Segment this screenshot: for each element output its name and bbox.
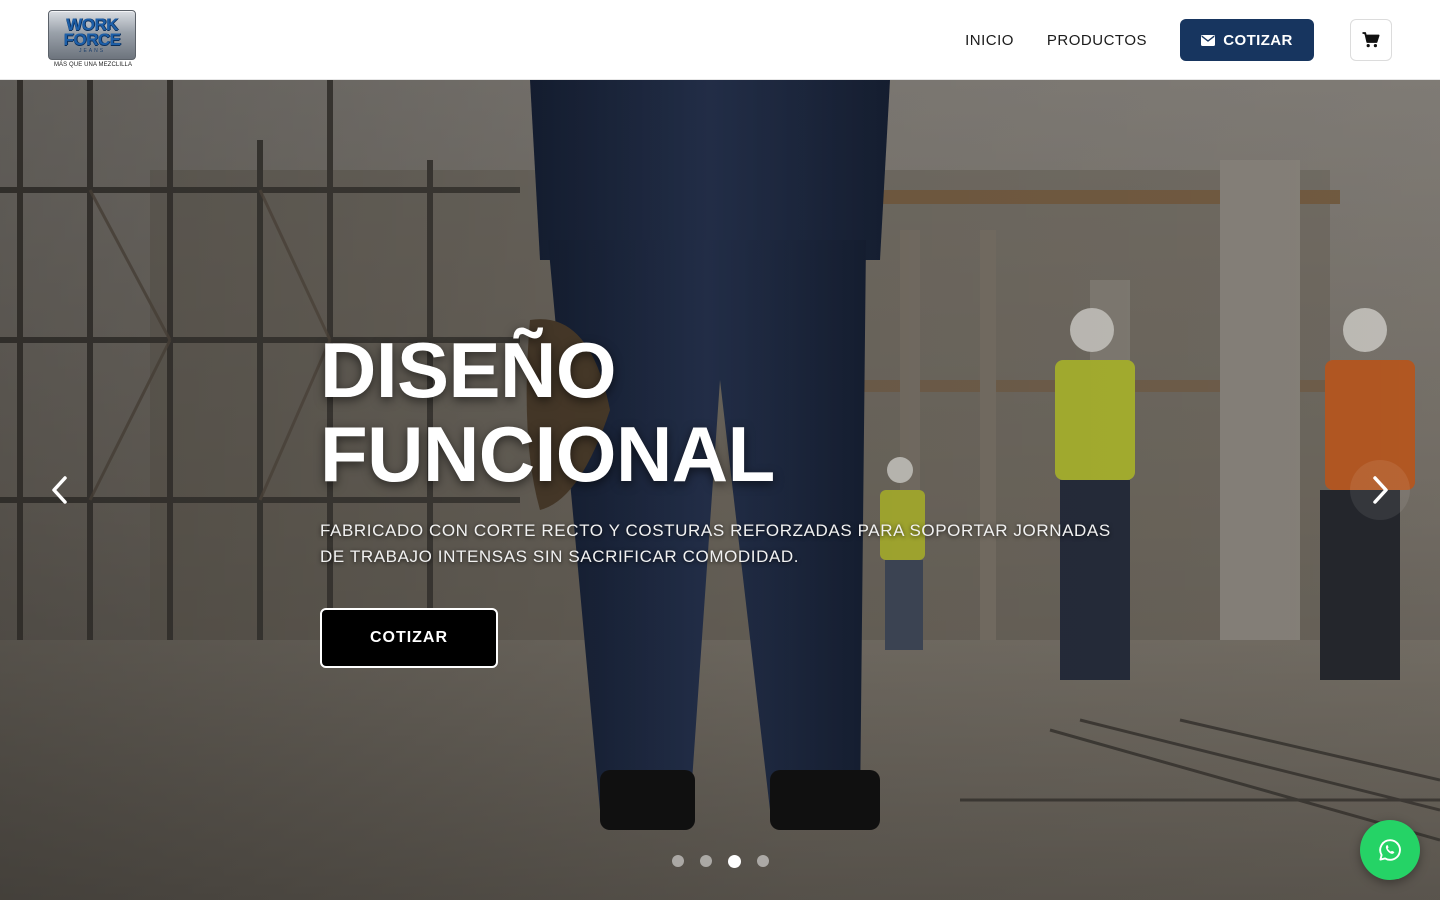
hero-description: FABRICADO CON CORTE RECTO Y COSTURAS REF… <box>320 521 1111 566</box>
main-nav: INICIO PRODUCTOS COTIZAR <box>965 0 1392 80</box>
carousel-dot-4[interactable] <box>757 855 769 867</box>
hero-title-line-2: FUNCIONAL <box>320 410 775 498</box>
header-cotizar-label: COTIZAR <box>1223 31 1293 49</box>
carousel-prev-button[interactable] <box>30 460 90 520</box>
carousel-dot-2[interactable] <box>700 855 712 867</box>
whatsapp-icon <box>1379 839 1401 861</box>
logo-badge: WORK FORCE JEANS <box>48 10 136 60</box>
hero-carousel: DISEÑO FUNCIONAL FABRICADO CON CORTE REC… <box>0 80 1440 900</box>
logo-line-2: FORCE <box>63 29 122 49</box>
chevron-right-icon <box>1373 476 1388 504</box>
carousel-next-button[interactable] <box>1350 460 1410 520</box>
carousel-dot-1[interactable] <box>672 855 684 867</box>
hero-title-line-1: DISEÑO <box>320 326 617 414</box>
chevron-left-icon <box>52 476 67 504</box>
nav-item-productos[interactable]: PRODUCTOS <box>1047 32 1147 49</box>
hero-cotizar-button[interactable]: COTIZAR <box>320 608 498 668</box>
logo-tagline: MÁS QUE UNA MEZCLILLA <box>53 62 133 68</box>
header-cotizar-button[interactable]: COTIZAR <box>1180 19 1314 61</box>
shopping-cart-icon <box>1362 32 1380 48</box>
carousel-indicators <box>672 854 769 868</box>
whatsapp-button[interactable] <box>1360 820 1420 880</box>
hero-content: DISEÑO FUNCIONAL FABRICADO CON CORTE REC… <box>320 328 1140 668</box>
envelope-icon <box>1201 34 1216 46</box>
carousel-dot-3[interactable] <box>728 854 741 868</box>
nav-item-inicio[interactable]: INICIO <box>965 32 1014 49</box>
cart-button[interactable] <box>1350 19 1392 61</box>
hero-title: DISEÑO FUNCIONAL <box>320 328 1140 496</box>
logo-sub: JEANS <box>78 47 106 54</box>
site-header: WORK FORCE JEANS MÁS QUE UNA MEZCLILLA I… <box>0 0 1440 80</box>
brand-logo[interactable]: WORK FORCE JEANS MÁS QUE UNA MEZCLILLA <box>48 10 138 70</box>
